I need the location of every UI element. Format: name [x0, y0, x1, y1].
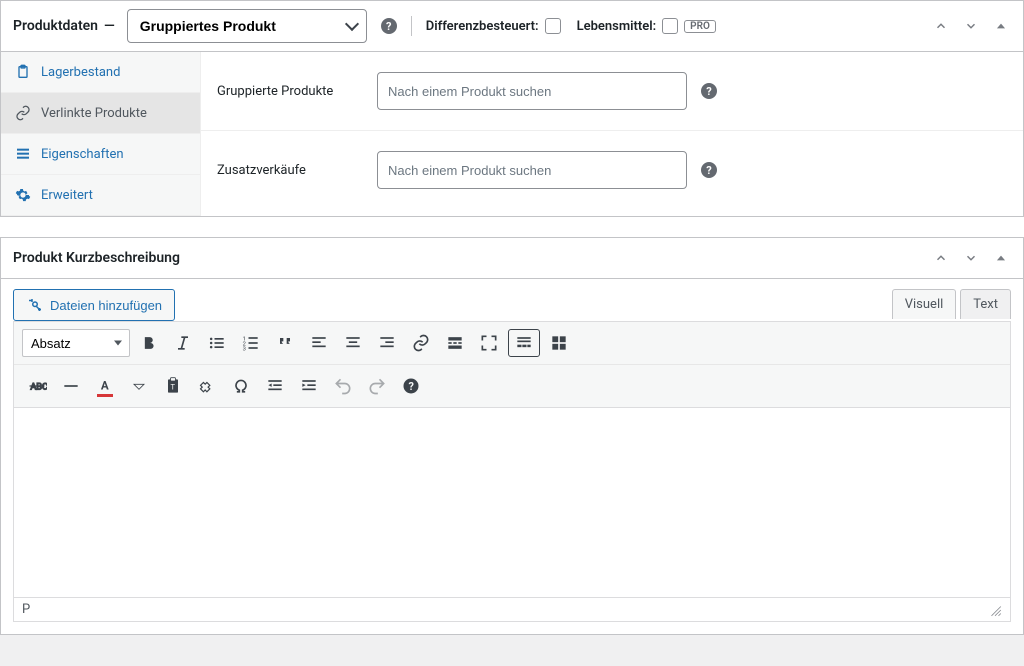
editor-status-bar: P	[13, 598, 1011, 622]
title-separator: —	[104, 18, 115, 34]
svg-text:?: ?	[409, 380, 414, 393]
media-icon	[26, 296, 44, 314]
move-down-icon[interactable]	[961, 16, 981, 36]
help-icon[interactable]: ?	[701, 162, 717, 178]
grouped-products-label: Gruppierte Produkte	[217, 84, 377, 99]
move-up-icon[interactable]	[931, 16, 951, 36]
bold-button[interactable]	[134, 328, 164, 358]
separator	[411, 16, 412, 36]
linked-products-fields: Gruppierte Produkte ? Zusatzverkäufe ?	[201, 52, 1023, 216]
product-data-header: Produktdaten — Gruppiertes Produkt ? Dif…	[1, 1, 1023, 52]
paste-text-button[interactable]: T	[158, 371, 188, 401]
lebensmittel-option: Lebensmittel: PRO	[577, 18, 716, 34]
upsell-input[interactable]	[377, 151, 687, 189]
toolbar-row-2: ABC A T ?	[14, 364, 1010, 407]
read-more-button[interactable]	[440, 328, 470, 358]
move-up-icon[interactable]	[931, 248, 951, 268]
align-center-button[interactable]	[338, 328, 368, 358]
clear-formatting-button[interactable]	[192, 371, 222, 401]
text-tab[interactable]: Text	[960, 289, 1011, 319]
editor-top-bar: Dateien hinzufügen Visuell Text	[1, 279, 1023, 321]
italic-button[interactable]	[168, 328, 198, 358]
grid-button[interactable]	[544, 328, 574, 358]
short-description-panel: Produkt Kurzbeschreibung Dateien hinzufü…	[0, 237, 1024, 635]
svg-text:A: A	[101, 378, 109, 392]
add-media-button[interactable]: Dateien hinzufügen	[13, 289, 175, 321]
redo-button[interactable]	[362, 371, 392, 401]
upsell-row: Zusatzverkäufe ?	[201, 131, 1023, 209]
product-body: Lagerbestand Verlinkte Produkte Eigensch…	[1, 52, 1023, 216]
lebensmittel-checkbox[interactable]	[662, 18, 678, 34]
upsell-label: Zusatzverkäufe	[217, 163, 377, 178]
toggle-panel-icon[interactable]	[991, 248, 1011, 268]
align-left-button[interactable]	[304, 328, 334, 358]
undo-button[interactable]	[328, 371, 358, 401]
grouped-products-row: Gruppierte Produkte ?	[201, 52, 1023, 131]
product-data-panel: Produktdaten — Gruppiertes Produkt ? Dif…	[0, 0, 1024, 217]
differenzbesteuert-checkbox[interactable]	[545, 18, 561, 34]
tab-linked-products[interactable]: Verlinkte Produkte	[1, 93, 200, 134]
link-button[interactable]	[406, 328, 436, 358]
tab-attributes[interactable]: Eigenschaften	[1, 134, 200, 175]
bullet-list-button[interactable]	[202, 328, 232, 358]
horizontal-rule-button[interactable]	[56, 371, 86, 401]
panel-title: Produktdaten	[13, 18, 98, 34]
toolbar-toggle-button[interactable]	[508, 329, 540, 357]
align-right-button[interactable]	[372, 328, 402, 358]
strikethrough-button[interactable]: ABC	[22, 371, 52, 401]
text-color-picker-button[interactable]	[124, 371, 154, 401]
special-char-button[interactable]	[226, 371, 256, 401]
add-media-label: Dateien hinzufügen	[50, 298, 162, 313]
list-icon	[15, 146, 31, 162]
help-icon[interactable]: ?	[381, 18, 397, 34]
text-color-button[interactable]: A	[90, 371, 120, 401]
tab-inventory[interactable]: Lagerbestand	[1, 52, 200, 93]
svg-text:3: 3	[243, 347, 246, 353]
indent-button[interactable]	[294, 371, 324, 401]
fullscreen-button[interactable]	[474, 328, 504, 358]
tab-advanced[interactable]: Erweitert	[1, 175, 200, 216]
svg-text:ABC: ABC	[30, 382, 47, 392]
tab-inventory-label: Lagerbestand	[41, 65, 120, 80]
tab-attributes-label: Eigenschaften	[41, 147, 124, 162]
help-icon[interactable]: ?	[701, 83, 717, 99]
panel-title: Produkt Kurzbeschreibung	[13, 250, 180, 266]
differenzbesteuert-option: Differenzbesteuert:	[426, 18, 561, 34]
grouped-products-input[interactable]	[377, 72, 687, 110]
svg-text:T: T	[171, 382, 176, 391]
visual-tab[interactable]: Visuell	[892, 289, 957, 319]
outdent-button[interactable]	[260, 371, 290, 401]
tab-advanced-label: Erweitert	[41, 188, 93, 203]
product-tabs: Lagerbestand Verlinkte Produkte Eigensch…	[1, 52, 201, 216]
short-description-header: Produkt Kurzbeschreibung	[1, 238, 1023, 279]
editor-toolbar: Absatz 123 ABC A T	[13, 321, 1011, 408]
numbered-list-button[interactable]: 123	[236, 328, 266, 358]
move-down-icon[interactable]	[961, 248, 981, 268]
format-select[interactable]: Absatz	[22, 329, 130, 357]
resize-grip-icon[interactable]	[988, 603, 1002, 617]
pro-badge: PRO	[684, 20, 716, 33]
lebensmittel-label: Lebensmittel:	[577, 19, 657, 34]
link-icon	[15, 105, 31, 121]
product-type-select[interactable]: Gruppiertes Produkt	[127, 9, 367, 43]
clipboard-icon	[15, 64, 31, 80]
tab-linked-label: Verlinkte Produkte	[41, 106, 147, 121]
toggle-panel-icon[interactable]	[991, 16, 1011, 36]
editor-content-area[interactable]	[13, 408, 1011, 598]
status-path: P	[22, 602, 30, 617]
gear-icon	[15, 187, 31, 203]
differenzbesteuert-label: Differenzbesteuert:	[426, 19, 539, 34]
help-button[interactable]: ?	[396, 371, 426, 401]
toolbar-row-1: Absatz 123	[14, 322, 1010, 364]
blockquote-button[interactable]	[270, 328, 300, 358]
